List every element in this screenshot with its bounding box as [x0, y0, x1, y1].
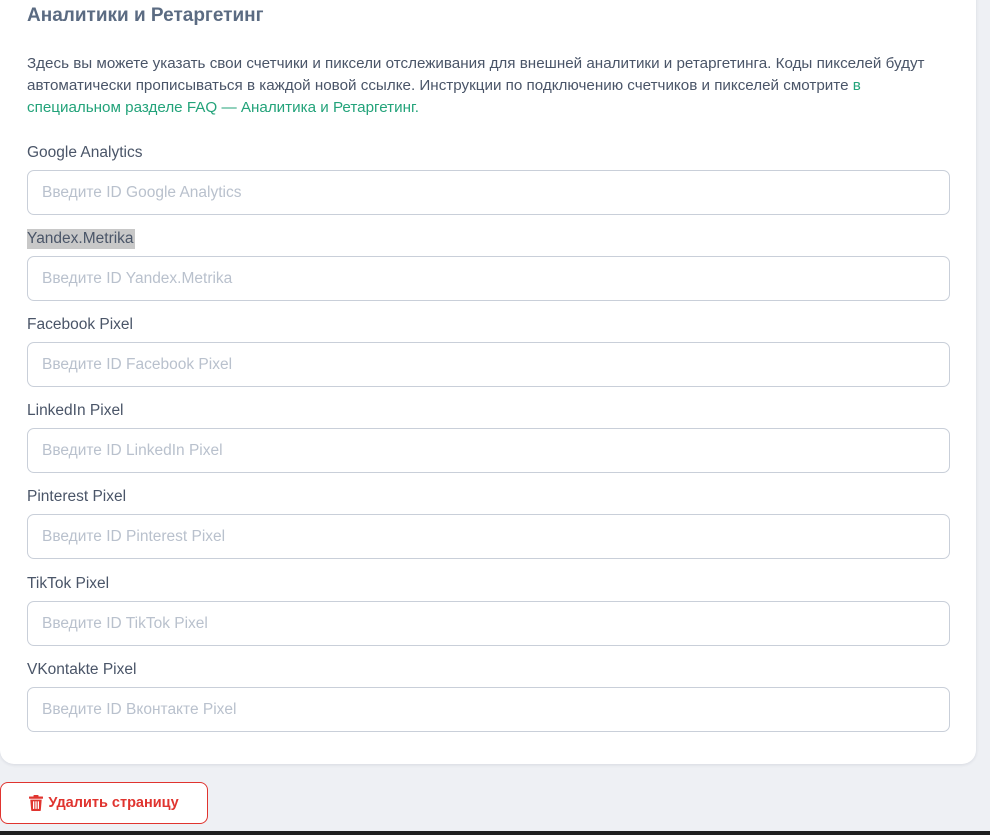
linkedin-pixel-input[interactable]	[27, 428, 950, 473]
google-analytics-input[interactable]	[27, 170, 950, 215]
analytics-card: Аналитики и Ретаргетинг Здесь вы можете …	[0, 0, 976, 764]
label-pinterest-pixel: Pinterest Pixel	[27, 488, 127, 505]
delete-page-label: Удалить страницу	[48, 795, 179, 811]
pinterest-pixel-input[interactable]	[27, 514, 950, 559]
section-title: Аналитики и Ретаргетинг	[27, 5, 264, 26]
tiktok-pixel-input[interactable]	[27, 601, 950, 646]
label-tiktok-pixel: TikTok Pixel	[27, 575, 110, 592]
label-yandex-metrika: Yandex.Metrika	[27, 229, 135, 249]
yandex-metrika-input[interactable]	[27, 256, 950, 301]
vkontakte-pixel-input[interactable]	[27, 687, 950, 732]
section-description: Здесь вы можете указать свои счетчики и …	[27, 53, 957, 119]
label-linkedin-pixel: LinkedIn Pixel	[27, 402, 124, 419]
label-vkontakte-pixel: VKontakte Pixel	[27, 661, 137, 678]
trash-icon	[29, 795, 44, 811]
label-facebook-pixel: Facebook Pixel	[27, 316, 133, 333]
bottom-bar	[0, 831, 990, 835]
delete-page-button[interactable]: Удалить страницу	[0, 782, 208, 824]
facebook-pixel-input[interactable]	[27, 342, 950, 387]
label-google-analytics: Google Analytics	[27, 144, 143, 161]
description-text: Здесь вы можете указать свои счетчики и …	[27, 55, 925, 94]
